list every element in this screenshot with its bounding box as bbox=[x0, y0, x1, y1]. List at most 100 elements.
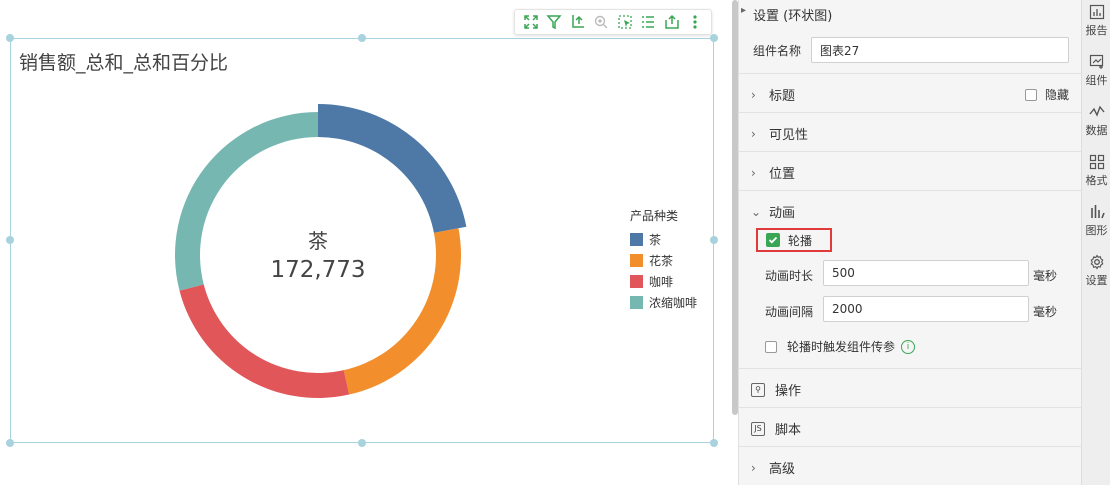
trigger-label: 轮播时触发组件传参 bbox=[787, 340, 896, 354]
resize-handle[interactable] bbox=[710, 439, 718, 447]
chevron-right-icon: › bbox=[751, 460, 756, 475]
sidebar-item-component[interactable]: 组件 bbox=[1082, 54, 1110, 88]
legend-item[interactable]: 茶 bbox=[630, 229, 697, 250]
resize-handle[interactable] bbox=[358, 34, 366, 42]
section-script[interactable]: JS 脚本 bbox=[739, 407, 1081, 447]
section-position[interactable]: › 位置 bbox=[739, 151, 1081, 191]
resize-handle[interactable] bbox=[6, 236, 14, 244]
legend-swatch bbox=[630, 275, 643, 288]
chevron-right-icon: › bbox=[751, 165, 756, 180]
trigger-checkbox[interactable] bbox=[765, 340, 777, 353]
settings-panel: ▸ 设置 (环状图) 组件名称 图表27 › 标题 隐藏 › 可见性 › 位置 ⌄ 动画… bbox=[738, 0, 1081, 485]
list-icon[interactable] bbox=[638, 12, 658, 32]
panel-title: 设置 (环状图) bbox=[753, 9, 833, 24]
chart-toolbar bbox=[514, 9, 712, 35]
sidebar-item-settings[interactable]: 设置 bbox=[1082, 254, 1110, 288]
chart-title: 销售额_总和_总和百分比 bbox=[19, 52, 229, 74]
section-visibility-label: 可见性 bbox=[769, 128, 809, 143]
carousel-label: 轮播 bbox=[788, 233, 813, 248]
legend-item[interactable]: 浓缩咖啡 bbox=[630, 292, 697, 313]
donut-chart: 茶 172,773 bbox=[175, 104, 467, 398]
donut-slice[interactable] bbox=[318, 104, 467, 233]
data-icon bbox=[1088, 105, 1105, 117]
sidebar-item-graphic[interactable]: 图形 bbox=[1082, 204, 1110, 238]
sidebar-label: 数据 bbox=[1085, 124, 1108, 137]
legend-item[interactable]: 花茶 bbox=[630, 250, 697, 271]
anim-duration-unit: 毫秒 bbox=[1033, 269, 1058, 283]
legend-swatch bbox=[630, 296, 643, 309]
sidebar-label: 格式 bbox=[1085, 174, 1108, 187]
section-operation-label: 操作 bbox=[775, 384, 802, 399]
chevron-right-icon: › bbox=[751, 87, 756, 102]
sidebar-label: 图形 bbox=[1085, 224, 1108, 237]
sidebar-label: 组件 bbox=[1085, 74, 1108, 87]
anim-interval-input[interactable]: 2000 bbox=[823, 296, 1029, 322]
expand-icon[interactable] bbox=[521, 12, 541, 32]
legend-swatch bbox=[630, 233, 643, 246]
right-sidebar: 报告 组件 数据 格式 图形 设置 bbox=[1081, 0, 1110, 485]
sidebar-item-data[interactable]: 数据 bbox=[1082, 104, 1110, 138]
hide-checkbox[interactable] bbox=[1025, 88, 1037, 101]
center-value: 172,773 bbox=[270, 257, 365, 283]
section-animation: ⌄ 动画 轮播 动画时长 500 毫秒 动画间隔 2000 毫秒 轮播时触发组件传… bbox=[739, 190, 1081, 369]
gear-icon bbox=[1090, 254, 1103, 270]
report-icon bbox=[1089, 4, 1104, 20]
legend-label: 茶 bbox=[649, 233, 662, 247]
legend-title: 产品种类 bbox=[630, 209, 679, 223]
chevron-down-icon: ⌄ bbox=[751, 204, 762, 219]
anim-interval-unit: 毫秒 bbox=[1033, 305, 1058, 319]
drill-icon[interactable] bbox=[568, 12, 588, 32]
legend-label: 花茶 bbox=[649, 254, 674, 268]
anim-duration-input[interactable]: 500 bbox=[823, 260, 1029, 286]
section-operation[interactable]: ⚲ 操作 bbox=[739, 368, 1081, 408]
legend-label: 咖啡 bbox=[649, 275, 674, 289]
graphic-icon bbox=[1090, 205, 1105, 219]
resize-handle[interactable] bbox=[358, 439, 366, 447]
resize-handle[interactable] bbox=[6, 34, 14, 42]
section-advanced-label: 高级 bbox=[769, 462, 796, 477]
anim-interval-label: 动画间隔 bbox=[765, 305, 814, 319]
donut-slice[interactable] bbox=[179, 284, 350, 398]
sidebar-label: 报告 bbox=[1085, 24, 1108, 37]
component-name-input[interactable]: 图表27 bbox=[811, 37, 1069, 63]
chevron-right-icon: › bbox=[751, 126, 756, 141]
export-icon[interactable] bbox=[662, 12, 682, 32]
operation-icon: ⚲ bbox=[751, 382, 765, 397]
format-icon bbox=[1089, 154, 1104, 170]
more-icon[interactable] bbox=[685, 12, 705, 32]
component-name-section: 组件名称 图表27 bbox=[739, 26, 1081, 74]
center-label: 茶 bbox=[308, 229, 328, 253]
section-animation-header[interactable]: ⌄ 动画 bbox=[751, 202, 795, 222]
component-icon bbox=[1089, 54, 1103, 69]
legend-swatch bbox=[630, 254, 643, 267]
resize-handle[interactable] bbox=[710, 34, 718, 42]
legend-item[interactable]: 咖啡 bbox=[630, 271, 697, 292]
section-script-label: 脚本 bbox=[775, 423, 802, 438]
info-icon[interactable]: i bbox=[901, 339, 916, 354]
section-title[interactable]: › 标题 隐藏 bbox=[739, 73, 1081, 113]
component-name-label: 组件名称 bbox=[753, 44, 802, 58]
zoom-icon[interactable] bbox=[591, 12, 611, 32]
legend-label: 浓缩咖啡 bbox=[649, 296, 698, 310]
donut-slice[interactable] bbox=[343, 228, 461, 395]
sidebar-label: 设置 bbox=[1085, 274, 1108, 287]
section-position-label: 位置 bbox=[769, 167, 796, 182]
sidebar-item-report[interactable]: 报告 bbox=[1082, 4, 1110, 38]
section-advanced[interactable]: › 高级 bbox=[739, 446, 1081, 485]
section-visibility[interactable]: › 可见性 bbox=[739, 112, 1081, 152]
select-icon[interactable] bbox=[615, 12, 635, 32]
dashboard-canvas: 销售额_总和_总和百分比 茶 172,773 产品种类 茶花茶咖啡浓缩咖啡 bbox=[0, 0, 730, 485]
legend: 产品种类 茶花茶咖啡浓缩咖啡 bbox=[630, 207, 697, 313]
collapse-panel-icon[interactable]: ▸ bbox=[741, 5, 746, 16]
section-title-label: 标题 bbox=[769, 89, 796, 104]
resize-handle[interactable] bbox=[710, 236, 718, 244]
script-icon: JS bbox=[751, 421, 765, 436]
check-icon bbox=[768, 236, 778, 244]
anim-duration-label: 动画时长 bbox=[765, 269, 814, 283]
sidebar-item-format[interactable]: 格式 bbox=[1082, 154, 1110, 188]
carousel-highlight: 轮播 bbox=[756, 228, 832, 252]
panel-header: ▸ 设置 (环状图) bbox=[739, 0, 1081, 26]
filter-icon[interactable] bbox=[544, 12, 564, 32]
carousel-checkbox[interactable] bbox=[766, 233, 780, 247]
resize-handle[interactable] bbox=[6, 439, 14, 447]
